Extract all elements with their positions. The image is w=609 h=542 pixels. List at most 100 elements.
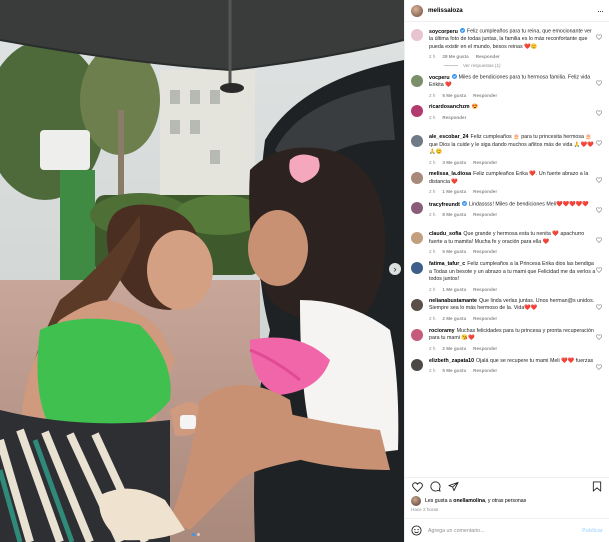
- comment-item: ale_escobar_24 Feliz cumpleaños 🎂 para tu…: [411, 128, 603, 165]
- comment-meta: 2 h 1 Me gusta Responder: [429, 189, 597, 194]
- comment-like-icon[interactable]: [596, 364, 602, 370]
- comment-time: 2 h: [429, 114, 436, 120]
- reply-button[interactable]: Responder: [476, 54, 500, 59]
- commenter-username[interactable]: tracyfreundt: [429, 202, 460, 208]
- commenter-username[interactable]: fatima_tafur_c: [429, 261, 465, 267]
- commenter-avatar[interactable]: [411, 232, 423, 245]
- comment-likes[interactable]: 5 Me gusta: [442, 93, 466, 98]
- post-timestamp: Hace 2 horas: [411, 507, 439, 512]
- comment-time: 2 h: [429, 189, 436, 195]
- commenter-username[interactable]: claudu_sofia: [429, 231, 461, 237]
- more-options-icon[interactable]: ···: [597, 6, 604, 16]
- comment-like-icon[interactable]: [596, 34, 602, 40]
- reply-button[interactable]: Responder: [473, 93, 497, 98]
- comment-text-line: nelianabustamante Que linda verlas juntas…: [429, 298, 597, 313]
- author-username[interactable]: melissaloza: [428, 7, 463, 14]
- comment-text-line: elizbeth_zapata10 Ojalá que se recupere t…: [429, 358, 597, 366]
- comment-likes[interactable]: 2 Me gusta: [442, 346, 466, 351]
- commenter-username[interactable]: elizbeth_zapata10: [429, 358, 474, 364]
- comment-time: 2 h: [429, 316, 436, 322]
- heart-icon: [411, 481, 423, 492]
- commenter-avatar[interactable]: [411, 105, 423, 118]
- comment-text: Ojalá que se recupere tu mami Meli ❤️❤️ …: [476, 357, 594, 364]
- comment-likes[interactable]: 1 Me gusta: [442, 189, 466, 194]
- post-header: melissaloza ···: [405, 0, 609, 22]
- emoji-icon[interactable]: [411, 525, 422, 536]
- comment-like-icon[interactable]: [596, 110, 602, 117]
- reply-button[interactable]: Responder: [473, 189, 497, 194]
- comment-item: vocperu Miles de bendiciones para tu herm…: [411, 68, 603, 98]
- share-button[interactable]: [447, 481, 459, 493]
- comment-likes[interactable]: 8 Me gusta: [442, 212, 466, 217]
- like-button[interactable]: [411, 481, 423, 493]
- comment-item: fatima_tafur_c Feliz cumpleaños a la Prin…: [411, 255, 603, 292]
- replies-divider: [444, 65, 458, 67]
- publish-button[interactable]: Publicar: [582, 528, 603, 534]
- commenter-avatar[interactable]: [411, 262, 423, 275]
- commenter-avatar[interactable]: [411, 202, 423, 215]
- photo-illustration: [0, 0, 404, 542]
- verified-badge-icon: [451, 74, 457, 80]
- commenter-username[interactable]: rocioramy: [429, 328, 455, 334]
- comment-like-icon[interactable]: [596, 80, 602, 87]
- commenter-avatar[interactable]: [411, 135, 423, 148]
- reply-button[interactable]: Responder: [473, 249, 497, 254]
- comment-like-icon[interactable]: [596, 140, 602, 147]
- comment-body: claudu_sofia Que grande y hermosa esta tu…: [429, 231, 597, 255]
- comment-meta: 2 h Responder: [429, 115, 597, 120]
- instagram-post-view: › melissaloza ··· soycorperu Feliz cumple…: [0, 0, 609, 542]
- commenter-username[interactable]: nelianabustamante: [429, 298, 477, 304]
- commenter-username[interactable]: soycorperu: [429, 29, 458, 35]
- commenter-username[interactable]: ale_escobar_24: [429, 134, 468, 140]
- comment-like-icon[interactable]: [596, 304, 602, 310]
- commenter-username[interactable]: vocperu: [429, 75, 450, 81]
- author-avatar[interactable]: [411, 4, 423, 17]
- comment-like-icon[interactable]: [596, 267, 602, 274]
- commenter-avatar[interactable]: [411, 75, 423, 88]
- comment-meta: 2 h 5 Me gusta Responder: [429, 368, 597, 373]
- post-photo[interactable]: ›: [0, 0, 404, 542]
- send-icon: [447, 481, 459, 492]
- reply-button[interactable]: Responder: [473, 316, 497, 321]
- comment-item: ricardosanchzm 😍 2 h Responder: [411, 98, 603, 128]
- commenter-avatar[interactable]: [411, 298, 423, 311]
- commenter-avatar[interactable]: [411, 328, 423, 341]
- likes-suffix[interactable]: y otras personas: [488, 498, 526, 504]
- reply-button[interactable]: Responder: [442, 115, 466, 120]
- reply-button[interactable]: Responder: [473, 212, 497, 217]
- comment-like-icon[interactable]: [596, 237, 602, 244]
- comment-likes[interactable]: 28 Me gusta: [442, 54, 468, 59]
- comment-body: melissa_la.diosa Feliz cumpleaños Erika ❤…: [429, 171, 597, 195]
- comment-text-line: soycorperu Feliz cumpleaños para tu reina…: [429, 28, 597, 51]
- comment-button[interactable]: [429, 481, 441, 493]
- comments-list: soycorperu Feliz cumpleaños para tu reina…: [405, 22, 609, 472]
- comment-input[interactable]: Agrega un comentario...: [428, 528, 582, 534]
- commenter-username[interactable]: ricardosanchzm: [429, 104, 470, 110]
- commenter-avatar[interactable]: [411, 29, 423, 41]
- comment-likes[interactable]: 5 Me gusta: [442, 368, 466, 373]
- reply-button[interactable]: Responder: [473, 346, 497, 351]
- verified-badge-icon: [459, 28, 465, 33]
- comment-time: 2 h: [429, 368, 436, 374]
- comment-likes[interactable]: 5 Me gusta: [442, 249, 466, 254]
- comment-icon: [429, 481, 441, 492]
- next-photo-button[interactable]: ›: [389, 263, 401, 275]
- comment-time: 2 h: [429, 346, 436, 352]
- comment-like-icon[interactable]: [596, 177, 602, 184]
- reply-button[interactable]: Responder: [473, 368, 497, 373]
- carousel-indicator: [192, 533, 200, 536]
- comment-time: 2 h: [429, 54, 436, 60]
- comment-body: ricardosanchzm 😍 2 h Responder: [429, 104, 597, 128]
- save-button[interactable]: [591, 481, 603, 493]
- add-comment-bar: Agrega un comentario... Publicar: [405, 518, 609, 542]
- comment-like-icon[interactable]: [596, 207, 602, 214]
- comment-like-icon[interactable]: [596, 334, 602, 340]
- commenter-username[interactable]: melissa_la.diosa: [429, 171, 471, 177]
- chevron-right-icon: ›: [393, 263, 397, 274]
- liker-username[interactable]: onellamolina: [453, 498, 485, 504]
- commenter-avatar[interactable]: [411, 358, 423, 371]
- commenter-avatar[interactable]: [411, 172, 423, 185]
- comment-body: soycorperu Feliz cumpleaños para tu reina…: [429, 28, 597, 59]
- comment-text-line: ale_escobar_24 Feliz cumpleaños 🎂 para tu…: [429, 134, 597, 157]
- comment-likes[interactable]: 2 Me gusta: [442, 316, 466, 321]
